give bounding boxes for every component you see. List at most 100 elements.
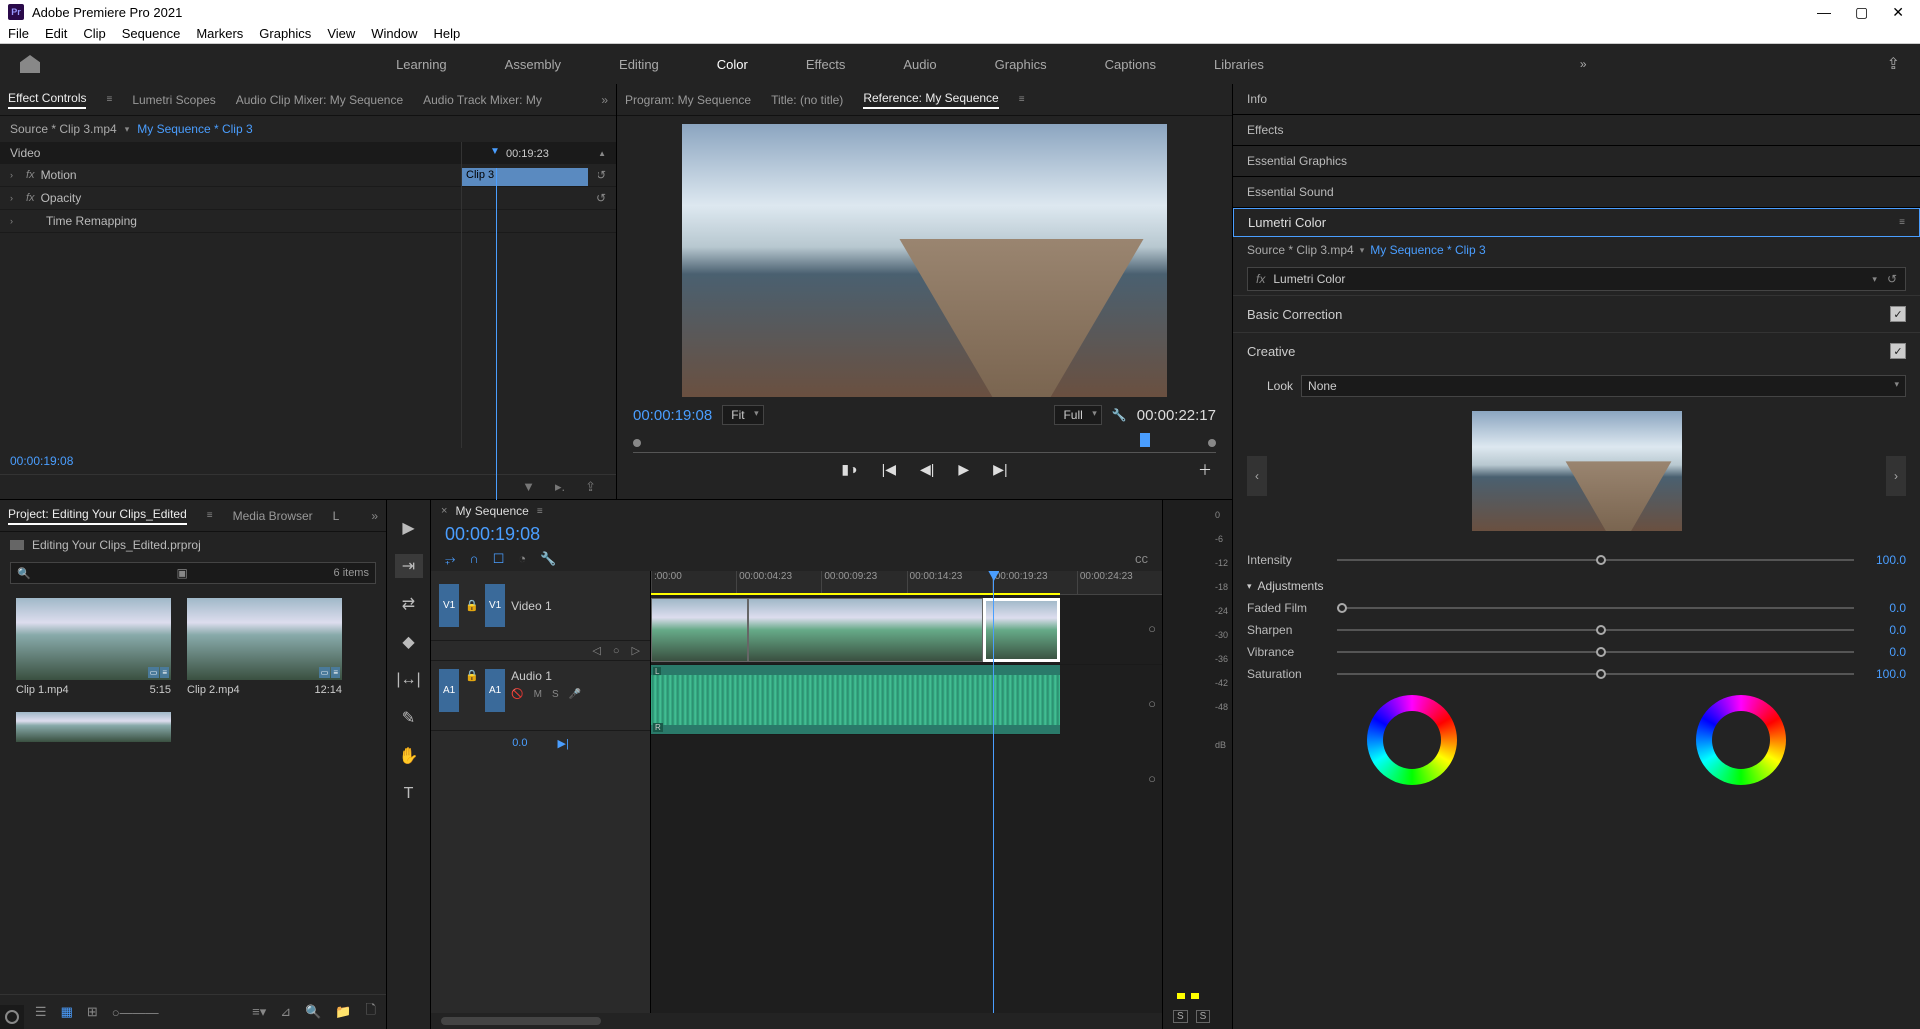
lumetri-source[interactable]: Source * Clip 3.mp4 xyxy=(1247,243,1354,257)
menu-edit[interactable]: Edit xyxy=(45,26,67,41)
menu-help[interactable]: Help xyxy=(434,26,461,41)
track-target[interactable]: A1 xyxy=(485,669,505,712)
scroll-handle-icon[interactable]: ○ xyxy=(1148,771,1156,786)
step-back-icon[interactable]: ◀| xyxy=(920,461,934,478)
selection-tool-icon[interactable]: ▶ xyxy=(395,516,423,540)
tab-essential-graphics[interactable]: Essential Graphics xyxy=(1233,146,1920,177)
scroll-handle-icon[interactable]: ○ xyxy=(1148,696,1156,711)
next-look-icon[interactable]: › xyxy=(1886,456,1906,496)
solo-right-button[interactable]: S xyxy=(1196,1010,1211,1023)
track-select-tool-icon[interactable]: ⇥ xyxy=(395,554,423,578)
sharpen-slider[interactable] xyxy=(1337,629,1854,631)
ws-libraries[interactable]: Libraries xyxy=(1210,45,1268,84)
section-basic-correction[interactable]: Basic Correction xyxy=(1247,307,1342,322)
ws-graphics[interactable]: Graphics xyxy=(991,45,1051,84)
fx-group-video[interactable]: Video xyxy=(10,146,40,160)
menu-window[interactable]: Window xyxy=(371,26,417,41)
scroll-handle-icon[interactable]: ○ xyxy=(1148,621,1156,636)
expand-icon[interactable]: › xyxy=(10,216,20,226)
type-tool-icon[interactable]: T xyxy=(395,782,423,806)
mute-icon[interactable]: 🚫 xyxy=(511,689,523,700)
lumetri-title[interactable]: Lumetri Color xyxy=(1248,215,1326,230)
lumetri-sequence[interactable]: My Sequence * Clip 3 xyxy=(1370,243,1485,257)
button-editor-icon[interactable]: ＋ xyxy=(1198,460,1212,480)
timeline-timecode[interactable]: 00:00:19:08 xyxy=(431,522,1162,547)
find-icon[interactable]: 🔍 xyxy=(305,1004,321,1020)
ws-assembly[interactable]: Assembly xyxy=(501,45,565,84)
menu-sequence[interactable]: Sequence xyxy=(122,26,181,41)
timeline-zoom-value[interactable]: 0.0 xyxy=(512,737,527,750)
settings-icon[interactable]: 🔧 xyxy=(1112,408,1127,422)
lock-icon[interactable]: 🔒 xyxy=(465,599,479,612)
storyboard-icon[interactable]: ▣ xyxy=(176,566,187,580)
video-clip[interactable] xyxy=(748,598,983,662)
marker-icon[interactable]: ◔ xyxy=(518,551,526,567)
expand-icon[interactable]: › xyxy=(10,170,20,180)
ws-learning[interactable]: Learning xyxy=(392,45,451,84)
intensity-slider[interactable] xyxy=(1337,559,1854,561)
fx-opacity[interactable]: Opacity xyxy=(41,191,82,205)
highlight-tint-wheel[interactable] xyxy=(1696,695,1786,785)
tab-title[interactable]: Title: (no title) xyxy=(771,93,843,107)
snap-icon[interactable]: ∩ xyxy=(469,551,478,567)
sharpen-value[interactable]: 0.0 xyxy=(1864,623,1906,637)
faded-film-value[interactable]: 0.0 xyxy=(1864,601,1906,615)
panel-menu-icon[interactable]: ≡ xyxy=(1899,217,1905,228)
sequence-name[interactable]: My Sequence xyxy=(455,504,528,518)
razor-tool-icon[interactable]: ◆ xyxy=(395,630,423,654)
filter-icon[interactable]: ▼ xyxy=(522,479,535,495)
tab-reference[interactable]: Reference: My Sequence xyxy=(863,91,998,109)
lock-icon[interactable]: 🔒 xyxy=(465,669,479,682)
ws-captions[interactable]: Captions xyxy=(1101,45,1160,84)
fx-time-remapping[interactable]: Time Remapping xyxy=(46,214,137,228)
intensity-value[interactable]: 100.0 xyxy=(1864,553,1906,567)
creative-cloud-icon[interactable] xyxy=(0,1005,24,1029)
tab-project[interactable]: Project: Editing Your Clips_Edited xyxy=(8,507,187,525)
ws-editing[interactable]: Editing xyxy=(615,45,663,84)
voiceover-icon[interactable]: 🎤 xyxy=(569,689,581,700)
play-only-icon[interactable]: ▸. xyxy=(555,479,565,495)
lumetri-fx-select[interactable]: Lumetri Color xyxy=(1273,272,1345,286)
panel-menu-icon[interactable]: ≡ xyxy=(106,94,112,105)
add-marker-icon[interactable]: ▮◑ xyxy=(841,461,857,478)
share-icon[interactable]: ⇪ xyxy=(1887,54,1900,74)
track-patch[interactable]: A1 xyxy=(439,669,459,712)
solo-button[interactable]: S xyxy=(552,689,559,700)
maximize-button[interactable]: ▢ xyxy=(1855,4,1868,21)
zoom-select[interactable]: Fit xyxy=(722,405,763,425)
chevron-down-icon[interactable]: ▾ xyxy=(1360,245,1365,256)
mute-button[interactable]: M xyxy=(534,689,542,700)
tab-effect-controls[interactable]: Effect Controls xyxy=(8,91,86,109)
prev-look-icon[interactable]: ‹ xyxy=(1247,456,1267,496)
timeline-playhead[interactable] xyxy=(993,571,994,1013)
ws-color[interactable]: Color xyxy=(713,45,752,84)
fx-timecode-foot[interactable]: 00:00:19:08 xyxy=(0,448,616,474)
faded-film-slider[interactable] xyxy=(1337,607,1854,609)
project-search[interactable]: 🔍 ▣ 6 items xyxy=(10,562,376,584)
hand-tool-icon[interactable]: ✋ xyxy=(395,744,423,768)
track-target[interactable]: V1 xyxy=(485,584,505,627)
playhead-handle[interactable] xyxy=(1140,433,1150,447)
program-timecode[interactable]: 00:00:19:08 xyxy=(633,407,712,424)
checkbox-enabled[interactable]: ✓ xyxy=(1890,306,1906,322)
tab-audio-clip-mixer[interactable]: Audio Clip Mixer: My Sequence xyxy=(236,93,403,107)
saturation-value[interactable]: 100.0 xyxy=(1864,667,1906,681)
home-icon[interactable] xyxy=(20,55,40,73)
settings-icon[interactable]: 🔧 xyxy=(540,551,556,567)
step-forward-icon[interactable]: ▶| xyxy=(993,461,1007,478)
collapse-icon[interactable]: ▾ xyxy=(1247,581,1252,592)
ws-audio[interactable]: Audio xyxy=(899,45,940,84)
tab-lumetri-scopes[interactable]: Lumetri Scopes xyxy=(132,93,215,107)
chevron-down-icon[interactable]: ▾ xyxy=(125,124,130,135)
resolution-select[interactable]: Full xyxy=(1054,405,1101,425)
program-video[interactable] xyxy=(682,124,1167,397)
video-track-header[interactable]: V1 🔒 V1 Video 1 xyxy=(431,571,650,641)
tab-libraries-short[interactable]: L xyxy=(333,509,340,523)
track-patch[interactable]: V1 xyxy=(439,584,459,627)
play-icon[interactable]: ▶ xyxy=(958,461,969,478)
tab-audio-track-mixer[interactable]: Audio Track Mixer: My xyxy=(423,93,542,107)
slip-tool-icon[interactable]: |↔| xyxy=(395,668,423,692)
panel-menu-icon[interactable]: ≡ xyxy=(537,506,543,517)
panel-menu-icon[interactable]: ≡ xyxy=(1019,94,1025,105)
icon-view-icon[interactable]: ▦ xyxy=(61,1004,73,1020)
